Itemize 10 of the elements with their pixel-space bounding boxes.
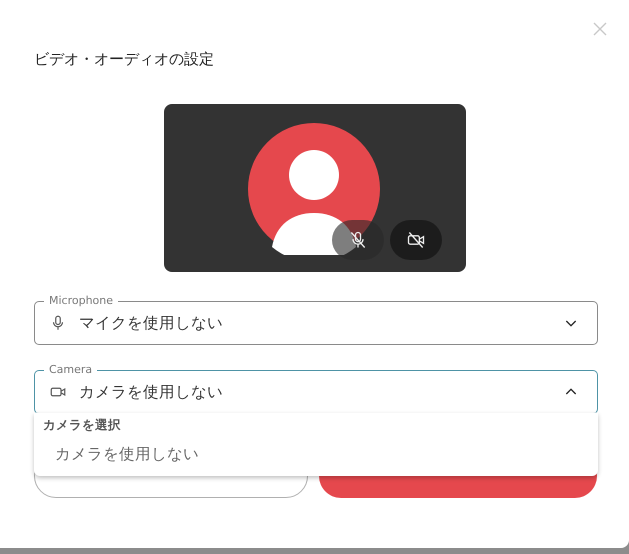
camera-toggle-button[interactable] [390,220,442,260]
dialog-title: ビデオ・オーディオの設定 [34,49,215,70]
menu-option[interactable]: カメラを使用しない [34,435,598,473]
avatar-icon [248,123,380,255]
mute-button[interactable] [332,220,384,260]
field-value: マイクを使用しない [79,312,224,334]
menu-header: カメラを選択 [42,416,122,434]
field-value: カメラを使用しない [79,382,224,402]
field-label: Camera [44,363,98,376]
field-label: Microphone [44,294,118,307]
